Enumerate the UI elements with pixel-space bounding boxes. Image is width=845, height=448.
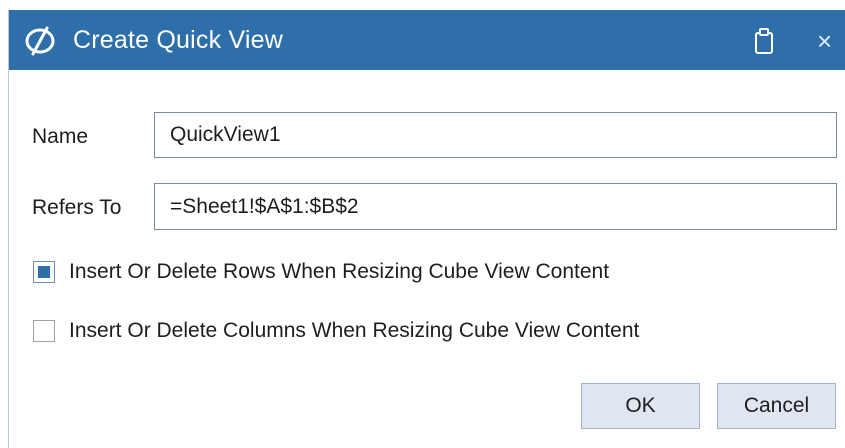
ok-button[interactable]: OK (581, 383, 700, 429)
checkbox-checked-mark (38, 266, 50, 278)
refers-to-input[interactable] (154, 183, 837, 230)
insert-delete-columns-label: Insert Or Delete Columns When Resizing C… (69, 319, 640, 342)
insert-delete-rows-checkbox[interactable] (33, 261, 55, 283)
title-bar[interactable]: Create Quick View × (9, 10, 845, 70)
insert-delete-rows-label: Insert Or Delete Rows When Resizing Cube… (69, 260, 610, 283)
close-icon: × (817, 26, 833, 56)
refers-to-label: Refers To (32, 196, 122, 219)
clipboard-icon[interactable] (751, 27, 777, 55)
name-input[interactable] (154, 112, 837, 158)
close-button[interactable]: × (817, 24, 845, 58)
create-quick-view-dialog: Create Quick View × Name Refers To Inser… (8, 10, 845, 448)
insert-delete-columns-checkbox[interactable] (33, 320, 55, 342)
cancel-button[interactable]: Cancel (717, 383, 836, 429)
name-label: Name (32, 125, 89, 148)
dialog-title: Create Quick View (73, 26, 283, 54)
app-logo-icon (23, 26, 57, 56)
